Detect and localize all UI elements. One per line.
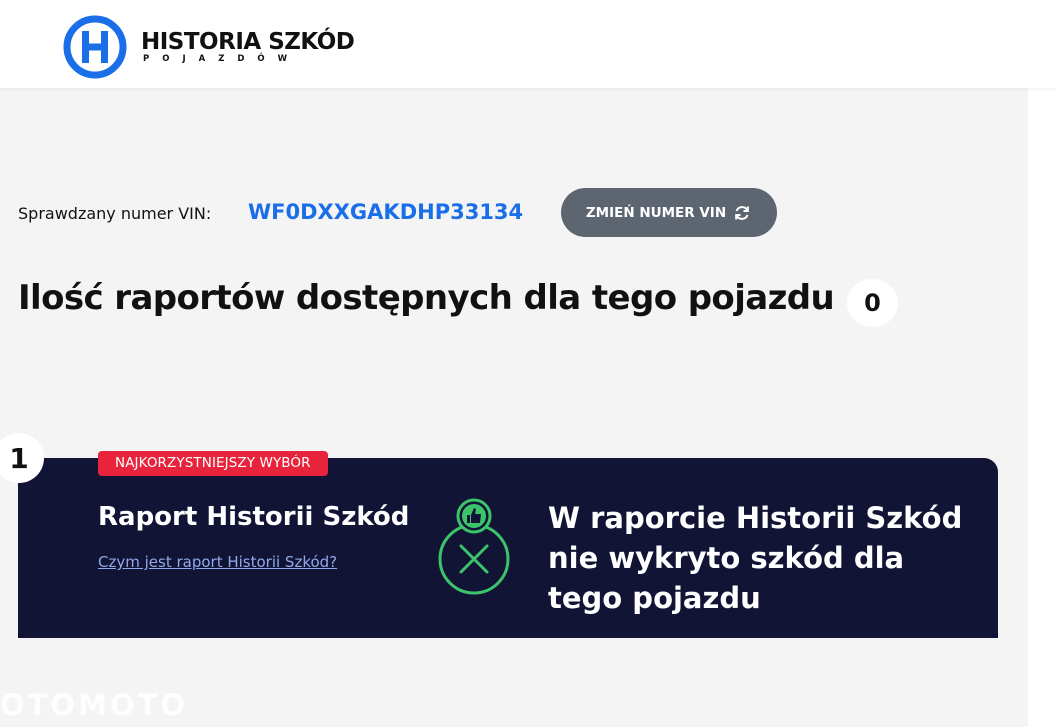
reports-title: Ilość raportów dostępnych dla tego pojaz…	[18, 278, 835, 318]
vin-row: Sprawdzany numer VIN: WF0DXXGAKDHP33134 …	[18, 188, 798, 238]
best-choice-badge: NAJKORZYSTNIEJSZY WYBÓR	[98, 451, 328, 476]
report-card: NAJKORZYSTNIEJSZY WYBÓR Raport Historii …	[18, 451, 998, 638]
watermark: OTOMOTO	[0, 688, 189, 722]
reports-count-badge: 0	[847, 279, 898, 327]
vin-value: WF0DXXGAKDHP33134	[248, 200, 524, 224]
x-circle-icon	[459, 544, 489, 574]
logo-icon	[63, 15, 127, 79]
report-status-text: W raporcie Historii Szkód nie wykryto sz…	[548, 501, 963, 615]
refresh-icon	[732, 203, 752, 223]
report-title: Raport Historii Szkód	[98, 502, 410, 532]
vin-label: Sprawdzany numer VIN:	[18, 204, 212, 223]
change-vin-label: ZMIEŃ NUMER VIN	[585, 204, 727, 221]
header: HISTORIA SZKÓD POJAZDÓW	[0, 0, 1056, 88]
main-content: Sprawdzany numer VIN: WF0DXXGAKDHP33134 …	[0, 88, 1028, 727]
logo-text: HISTORIA SZKÓD POJAZDÓW	[141, 29, 355, 64]
logo-subtitle: POJAZDÓW	[143, 54, 301, 64]
logo[interactable]: HISTORIA SZKÓD POJAZDÓW	[63, 15, 355, 79]
status-graphic	[436, 496, 536, 600]
change-vin-button[interactable]: ZMIEŃ NUMER VIN	[561, 188, 777, 237]
logo-title: HISTORIA SZKÓD	[141, 29, 355, 55]
report-info-link[interactable]: Czym jest raport Historii Szkód?	[98, 553, 337, 571]
thumbs-up-icon	[456, 498, 492, 534]
